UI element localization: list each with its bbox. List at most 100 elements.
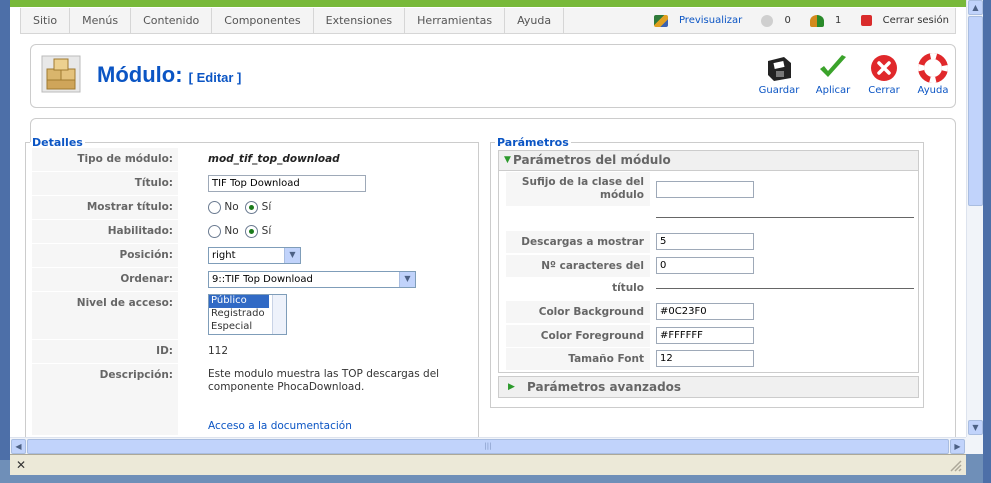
row-access: Nivel de acceso: Público Registrado Espe… [32, 292, 478, 340]
save-button[interactable]: Guardar [753, 53, 805, 96]
access-label: Nivel de acceso: [32, 292, 178, 339]
logout-icon [860, 15, 872, 26]
position-label: Posición: [32, 244, 178, 267]
enabled-label: Habilitado: [32, 220, 178, 243]
module-icon [41, 55, 81, 93]
menu-extensiones[interactable]: Extensiones [314, 8, 406, 33]
row-position: Posición: right ▼ [32, 244, 478, 268]
resize-grip-icon[interactable] [948, 458, 962, 472]
suffix-label: Sufijo de la clase del módulo [506, 172, 650, 206]
menu-sitio[interactable]: Sitio [21, 8, 71, 33]
expanded-triangle-icon: ▼ [504, 155, 511, 165]
downloads-label: Descargas a mostrar [506, 231, 650, 253]
order-select[interactable]: 9::TIF Top Download ▼ [208, 271, 416, 288]
row-description: Descripción: Este modulo muestra las TOP… [32, 364, 478, 436]
show-title-label: Mostrar título: [32, 196, 178, 219]
access-listbox-scrollbar[interactable] [272, 295, 286, 334]
menu-componentes[interactable]: Componentes [212, 8, 314, 33]
docs-link[interactable]: Acceso a la documentación [208, 420, 352, 432]
scroll-right-icon[interactable]: ▶ [950, 439, 965, 454]
messages-counter[interactable]: 0 [753, 8, 791, 34]
vertical-scroll-thumb[interactable] [968, 16, 983, 206]
description-label: Descripción: [32, 364, 178, 435]
menu-herramientas[interactable]: Herramientas [405, 8, 506, 33]
row-show-title: Mostrar título: No Sí [32, 196, 478, 220]
bg-color-label: Color Background [506, 301, 650, 323]
save-icon [768, 57, 791, 81]
title-input[interactable]: TIF Top Download [208, 175, 366, 192]
row-module-type: Tipo de módulo: mod_tif_top_download [32, 148, 478, 172]
header-green-bar [10, 0, 966, 7]
title-chars-input[interactable]: 0 [656, 257, 754, 274]
status-bar: ✕ [10, 454, 966, 475]
suffix-input[interactable] [656, 181, 754, 198]
close-findbar-icon[interactable]: ✕ [16, 458, 26, 472]
page-title: Módulo: [ Editar ] [97, 62, 242, 87]
title-chars-label: Nº caracteres del título [506, 255, 650, 294]
show-title-radios: No Sí [208, 196, 271, 218]
access-listbox[interactable]: Público Registrado Especial [208, 294, 287, 335]
id-value: 112 [208, 345, 229, 357]
id-label: ID: [32, 340, 178, 363]
toolbar-panel: Módulo: [ Editar ] Guardar Aplicar Cerra… [30, 44, 956, 108]
row-id: ID: 112 [32, 340, 478, 364]
menu-status-area: Previsualizar 0 1 Cerrar sesión [638, 8, 949, 33]
main-menu-bar: Sitio Menús Contenido Componentes Extens… [20, 8, 956, 34]
scroll-corner [966, 437, 983, 454]
chevron-down-icon: ▼ [399, 272, 415, 287]
enabled-no-radio[interactable] [208, 224, 221, 238]
checkmark-icon [820, 55, 846, 77]
row-order: Ordenar: 9::TIF Top Download ▼ [32, 268, 478, 292]
order-label: Ordenar: [32, 268, 178, 291]
scroll-left-icon[interactable]: ◀ [11, 439, 26, 454]
enabled-radios: No Sí [208, 220, 271, 242]
users-counter[interactable]: 1 [802, 8, 841, 34]
page-subtitle: [ Editar ] [188, 70, 242, 85]
module-type-value: mod_tif_top_download [208, 153, 340, 165]
lifebuoy-icon [918, 53, 948, 83]
downloads-input[interactable]: 5 [656, 233, 754, 250]
position-select[interactable]: right ▼ [208, 247, 301, 264]
scroll-down-icon[interactable]: ▼ [968, 420, 983, 435]
module-type-label: Tipo de módulo: [32, 148, 178, 171]
logout-link[interactable]: Cerrar sesión [853, 8, 949, 34]
bg-color-input[interactable]: #0C23F0 [656, 303, 754, 320]
users-icon [810, 14, 825, 27]
fg-color-input[interactable]: #FFFFFF [656, 327, 754, 344]
vertical-scrollbar[interactable]: ▲ ▼ [966, 0, 983, 437]
font-size-label: Tamaño Font [506, 348, 650, 370]
separator [656, 217, 914, 218]
menu-ayuda[interactable]: Ayuda [505, 8, 565, 33]
menu-contenido[interactable]: Contenido [131, 8, 213, 33]
window-frame-left [0, 0, 10, 460]
close-button[interactable]: Cerrar [858, 53, 910, 96]
horizontal-scroll-thumb[interactable]: ||| [27, 439, 949, 454]
messages-icon [761, 14, 774, 27]
preview-link[interactable]: Previsualizar [646, 8, 742, 34]
description-text: Este modulo muestra las TOP descargas de… [208, 368, 440, 393]
enabled-yes-radio[interactable] [245, 224, 259, 238]
row-title: Título: TIF Top Download [32, 172, 478, 196]
module-params-header[interactable]: ▼ Parámetros del módulo [498, 150, 919, 171]
close-icon [871, 55, 897, 81]
apply-button[interactable]: Aplicar [807, 53, 859, 96]
title-label: Título: [32, 172, 178, 195]
preview-icon [653, 14, 668, 27]
separator [656, 288, 914, 289]
access-option-public[interactable]: Público [209, 295, 269, 308]
scroll-up-icon[interactable]: ▲ [968, 0, 983, 15]
advanced-params-header[interactable]: ▶ Parámetros avanzados [498, 376, 919, 398]
collapsed-triangle-icon: ▶ [508, 382, 515, 392]
show-title-yes-radio[interactable] [245, 200, 259, 214]
fg-color-label: Color Foreground [506, 325, 650, 347]
chevron-down-icon: ▼ [284, 248, 300, 263]
font-size-input[interactable]: 12 [656, 350, 754, 367]
horizontal-scrollbar[interactable]: ◀ ||| ▶ [10, 437, 966, 454]
menu-menus[interactable]: Menús [70, 8, 132, 33]
show-title-no-radio[interactable] [208, 200, 221, 214]
row-enabled: Habilitado: No Sí [32, 220, 478, 244]
window-frame-right [983, 0, 991, 483]
params-legend: Parámetros [497, 136, 569, 149]
details-rows: Tipo de módulo: mod_tif_top_download Tít… [32, 148, 478, 436]
help-button[interactable]: Ayuda [907, 53, 959, 96]
